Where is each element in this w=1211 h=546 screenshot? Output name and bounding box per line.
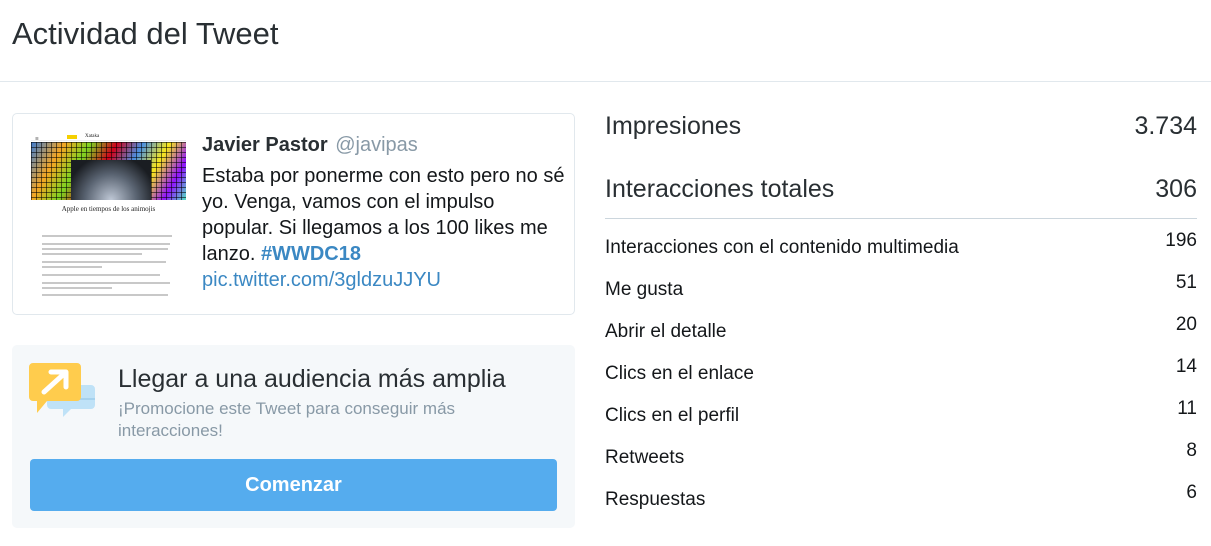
stat-row-retweets: Retweets 8 xyxy=(605,440,1197,470)
tweet-media-link[interactable]: pic.twitter.com/3gldzuJJYU xyxy=(202,267,567,293)
stat-label: Retweets xyxy=(605,447,685,468)
page-header: Actividad del Tweet xyxy=(0,0,1211,82)
stat-row-media-interactions: Interacciones con el contenido multimedi… xyxy=(605,230,1197,260)
stat-label: Me gusta xyxy=(605,279,684,300)
stat-label: Respuestas xyxy=(605,489,706,510)
thumbnail-photo xyxy=(31,142,186,200)
stat-value: 20 xyxy=(1175,314,1197,335)
thumbnail-text-line xyxy=(42,248,168,250)
thumbnail-topbar: ☰ Xataka xyxy=(31,133,186,141)
thumbnail-text-line xyxy=(42,274,160,276)
thumbnail-stage xyxy=(71,160,151,200)
author-handle[interactable]: @javipas xyxy=(335,134,418,156)
tweet-media-thumbnail[interactable]: ☰ Xataka Apple en tiempos de los animoji… xyxy=(31,133,186,299)
stat-label: Interacciones con el contenido multimedi… xyxy=(605,237,959,258)
stat-row-likes: Me gusta 51 xyxy=(605,272,1197,302)
promote-card: Llegar a una audiencia más amplia ¡Promo… xyxy=(12,345,575,528)
page-title: Actividad del Tweet xyxy=(12,16,279,51)
stat-value: 6 xyxy=(1186,482,1197,503)
stat-label: Clics en el enlace xyxy=(605,363,754,384)
impressions-label: Impresiones xyxy=(605,112,742,140)
promote-subtitle: ¡Promocione este Tweet para conseguir má… xyxy=(118,399,456,440)
stat-row-replies: Respuestas 6 xyxy=(605,482,1197,512)
tweet-text: Estaba por ponerme con esto pero no sé y… xyxy=(202,163,567,293)
stat-row-link-clicks: Clics en el enlace 14 xyxy=(605,356,1197,386)
tweet-body: Estaba por ponerme con esto pero no sé y… xyxy=(202,165,565,265)
impressions-stat: Impresiones 3.734 xyxy=(605,112,1197,152)
total-interactions-value: 306 xyxy=(1155,175,1197,203)
stat-value: 11 xyxy=(1177,398,1197,419)
tweet-card[interactable]: ☰ Xataka Apple en tiempos de los animoji… xyxy=(12,113,575,315)
author-name[interactable]: Javier Pastor xyxy=(202,134,328,156)
thumbnail-text-line xyxy=(42,266,102,268)
stat-value: 51 xyxy=(1175,272,1197,293)
thumbnail-badge xyxy=(67,135,77,139)
stats-divider xyxy=(605,218,1197,219)
promote-title: Llegar a una audiencia más amplia xyxy=(118,365,506,393)
thumbnail-text-line xyxy=(42,287,112,289)
thumbnail-text-line xyxy=(42,253,142,255)
stat-value: 196 xyxy=(1165,230,1197,251)
stat-row-profile-clicks: Clics en el perfil 11 xyxy=(605,398,1197,428)
megaphone-chat-icon xyxy=(29,363,95,417)
thumbnail-text-line xyxy=(42,243,170,245)
stat-value: 8 xyxy=(1186,440,1197,461)
tweet-author: Javier Pastor @javipas xyxy=(202,134,418,157)
total-interactions-label: Interacciones totales xyxy=(605,175,835,203)
thumbnail-text-line xyxy=(42,235,172,237)
stat-value: 14 xyxy=(1175,356,1197,377)
total-interactions-stat: Interacciones totales 306 xyxy=(605,175,1197,215)
stat-label: Abrir el detalle xyxy=(605,321,727,342)
start-promotion-button[interactable]: Comenzar xyxy=(30,459,557,511)
thumbnail-headline: Apple en tiempos de los animojis xyxy=(61,205,156,213)
stat-row-detail-expands: Abrir el detalle 20 xyxy=(605,314,1197,344)
thumbnail-text-line xyxy=(42,261,166,263)
thumbnail-site-name: Xataka xyxy=(85,134,100,139)
thumbnail-text-line xyxy=(42,294,168,296)
thumbnail-menu-icon: ☰ xyxy=(35,136,40,141)
stat-label: Clics en el perfil xyxy=(605,405,740,426)
impressions-value: 3.734 xyxy=(1134,112,1197,140)
thumbnail-text-line xyxy=(42,282,170,284)
tweet-hashtag-link[interactable]: #WWDC18 xyxy=(261,243,361,265)
